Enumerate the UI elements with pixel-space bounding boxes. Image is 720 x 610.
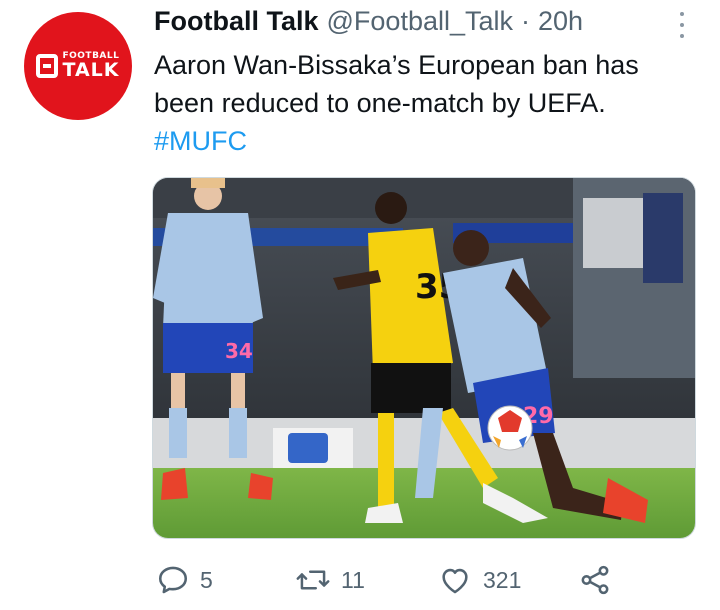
football-match-photo: 34 35 29 bbox=[153, 178, 695, 538]
reply-button[interactable]: 5 bbox=[156, 560, 213, 600]
reply-count: 5 bbox=[200, 566, 213, 593]
football-talk-logo: FOOTBALL TALK bbox=[36, 52, 119, 80]
retweet-button[interactable]: 11 bbox=[295, 560, 365, 600]
separator-dot: · bbox=[521, 6, 531, 36]
football bbox=[487, 405, 533, 451]
retweet-icon bbox=[296, 570, 330, 590]
retweet-count: 11 bbox=[341, 566, 365, 593]
like-count: 321 bbox=[483, 566, 522, 593]
like-button[interactable]: 321 bbox=[437, 560, 521, 600]
tweet: FOOTBALL TALK Football Talk @Football_Ta… bbox=[0, 0, 720, 610]
tweet-time[interactable]: 20h bbox=[538, 6, 583, 37]
more-dots-icon[interactable] bbox=[678, 12, 686, 38]
tweet-text: Aaron Wan-Bissaka’s European ban has bee… bbox=[154, 46, 704, 160]
avatar[interactable]: FOOTBALL TALK bbox=[24, 12, 132, 120]
author-handle[interactable]: @Football_Talk bbox=[327, 6, 514, 37]
tweet-actions: 5 11 321 bbox=[150, 560, 630, 600]
hashtag-link[interactable]: #MUFC bbox=[154, 126, 247, 156]
jersey-number-left: 34 bbox=[225, 339, 253, 363]
share-icon bbox=[581, 565, 609, 595]
tweet-header: Football Talk @Football_Talk · 20h bbox=[154, 6, 680, 40]
author-name[interactable]: Football Talk bbox=[154, 6, 319, 37]
tweet-photo[interactable]: 34 35 29 bbox=[152, 177, 696, 539]
logo-glyph-icon bbox=[36, 54, 59, 78]
logo-bottom-text: TALK bbox=[62, 59, 120, 81]
tweet-body: Aaron Wan-Bissaka’s European ban has bee… bbox=[154, 50, 639, 118]
reply-icon bbox=[158, 566, 188, 594]
share-button[interactable] bbox=[578, 560, 612, 600]
heart-icon bbox=[442, 568, 468, 594]
